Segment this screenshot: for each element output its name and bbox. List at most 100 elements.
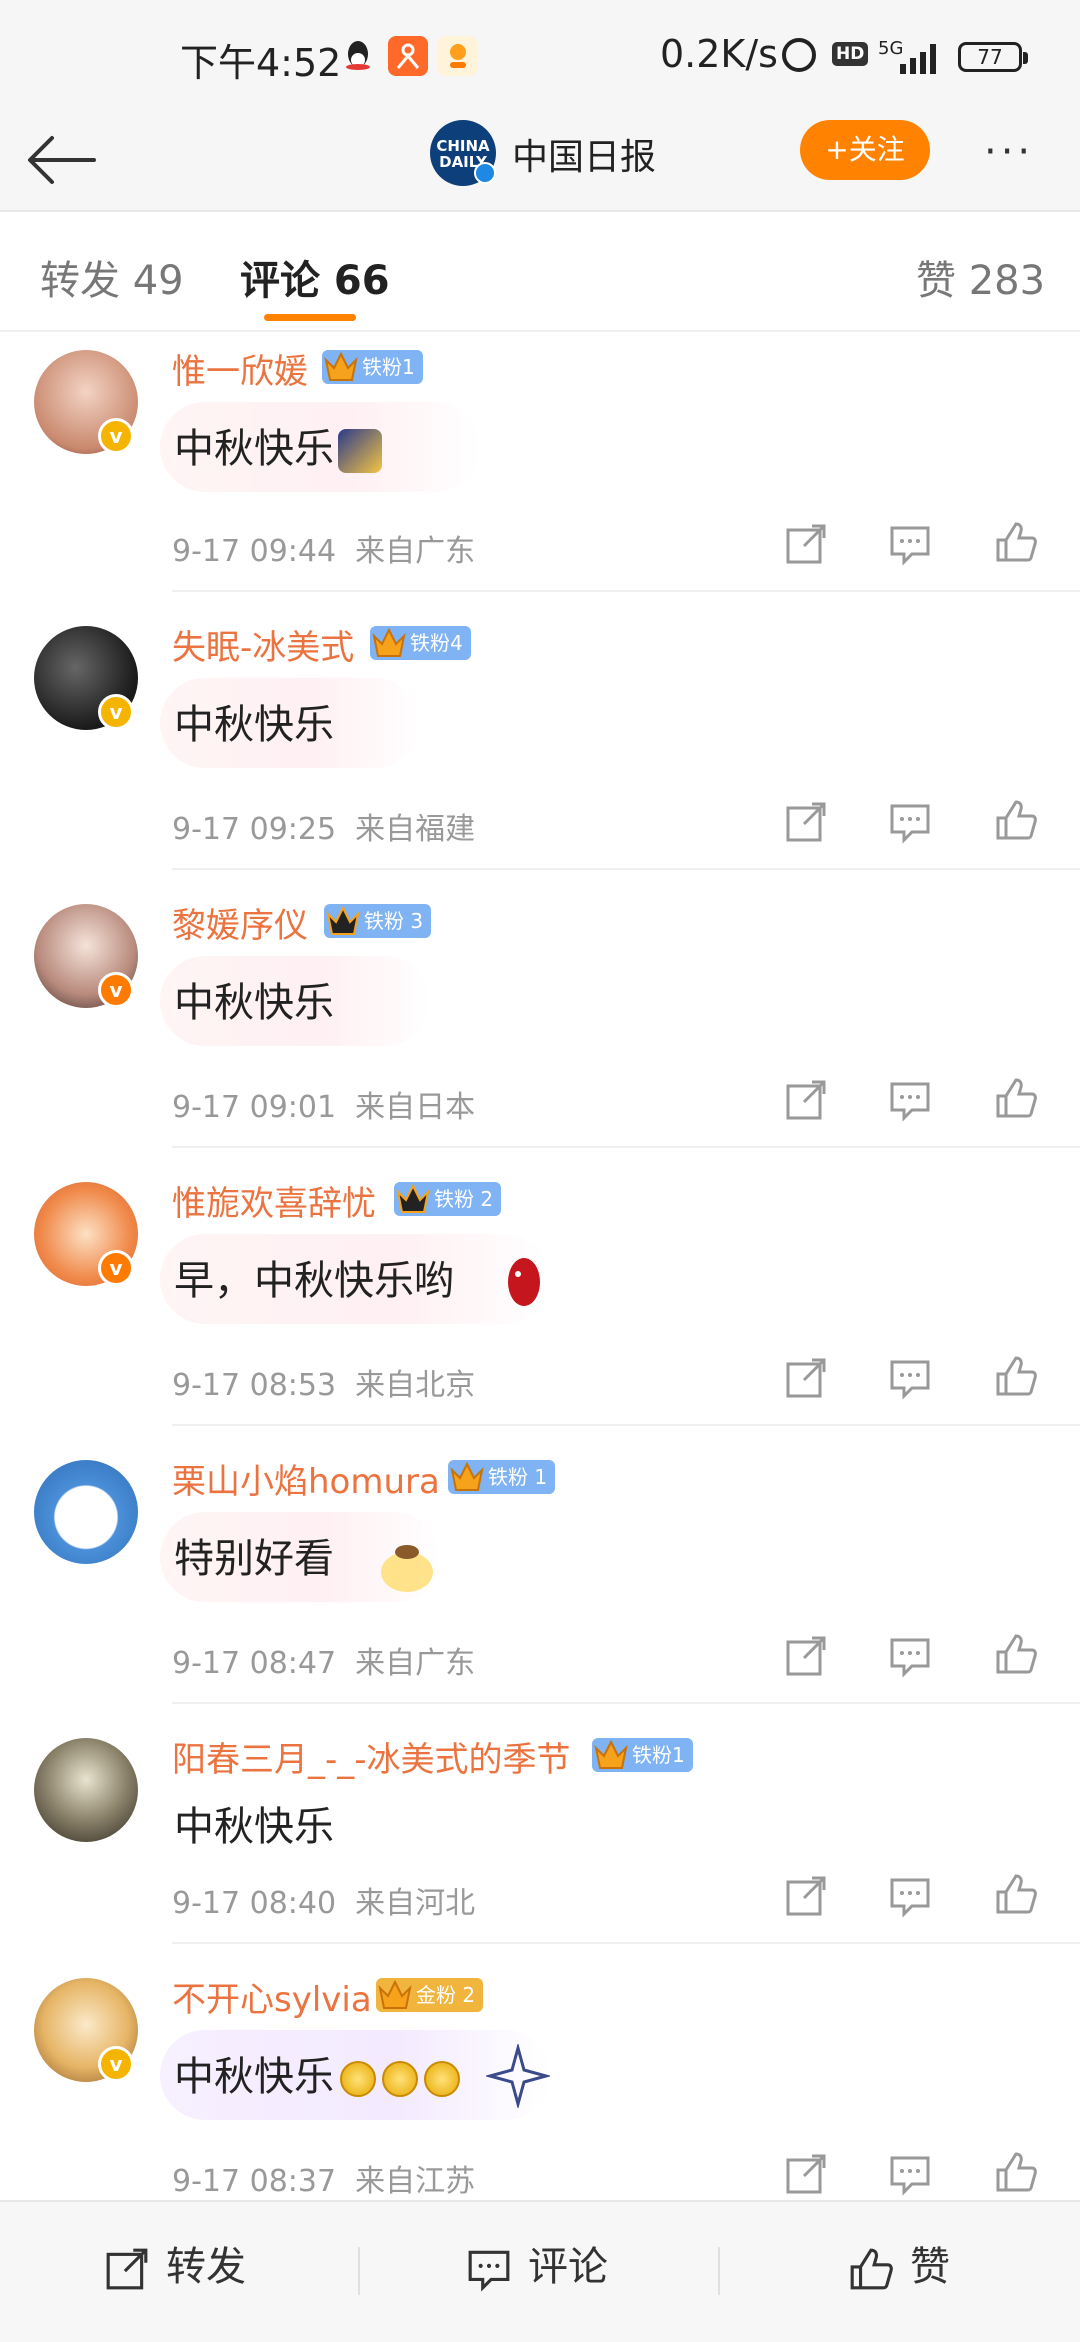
share-icon[interactable] <box>784 1634 828 1678</box>
avatar[interactable] <box>34 1738 138 1842</box>
share-icon[interactable] <box>784 2152 828 2196</box>
comment-meta: 9-17 09:44 来自广东 <box>172 534 476 569</box>
comment-username[interactable]: 惟旎欢喜辞忧 <box>172 1176 376 1225</box>
follow-button[interactable]: +关注 <box>800 120 930 180</box>
fan-badge: 铁粉 3 <box>324 904 432 938</box>
comment-item: v 惟旎欢喜辞忧 铁粉 2 早，中秋快乐哟 9-17 08:53 来自北京 <box>0 1148 1080 1426</box>
comment-username[interactable]: 黎媛序仪 <box>172 898 308 947</box>
comment-item: v 不开心sylvia 金粉 2 中秋快乐 9-17 08:37 来自江苏 <box>0 1944 1080 2200</box>
verified-icon: v <box>98 972 134 1008</box>
comment-meta: 9-17 09:01 来自日本 <box>172 1090 476 1125</box>
coin-emoji-icon <box>382 2061 418 2097</box>
reply-icon[interactable] <box>888 1356 932 1400</box>
comment-text: 中秋快乐 <box>174 702 334 748</box>
comment-icon <box>468 2250 510 2292</box>
verified-icon: v <box>98 694 134 730</box>
status-time: 下午4:52 <box>180 41 342 85</box>
share-icon[interactable] <box>784 522 828 566</box>
divider <box>718 2247 720 2295</box>
fan-badge: 金粉 2 <box>376 1978 484 2012</box>
like-icon[interactable] <box>994 1354 1038 1398</box>
reply-icon[interactable] <box>888 800 932 844</box>
crown-icon <box>372 627 406 657</box>
tab-comments[interactable]: 评论 66 <box>240 248 390 306</box>
like-icon[interactable] <box>994 1872 1038 1916</box>
back-arrow-icon <box>28 136 96 184</box>
comment-username[interactable]: 阳春三月_-_-冰美式的季节 <box>172 1732 571 1781</box>
comment-meta: 9-17 08:37 来自江苏 <box>172 2164 476 2199</box>
more-options-button[interactable]: ··· <box>984 132 1034 172</box>
pompompurin-sticker-icon <box>381 1545 433 1592</box>
share-icon[interactable] <box>784 1078 828 1122</box>
reply-icon[interactable] <box>888 1078 932 1122</box>
moon-emoji-icon <box>338 429 382 473</box>
comment-item: 栗山小焰homura 铁粉 1 特别好看 9-17 08:47 来自广东 <box>0 1426 1080 1704</box>
account-name[interactable]: 中国日报 <box>512 128 656 180</box>
comment-username[interactable]: 栗山小焰homura <box>172 1454 440 1503</box>
reply-icon[interactable] <box>888 1874 932 1918</box>
reply-icon[interactable] <box>888 1634 932 1678</box>
crown-icon <box>396 1183 430 1213</box>
status-bar: 下午4:52 0.2K/s HD 5G 77 <box>0 0 1080 110</box>
coin-emoji-icon <box>424 2061 460 2097</box>
qq-app-icon <box>338 36 378 76</box>
comment-text: 中秋快乐 <box>174 980 334 1026</box>
comment-text: 中秋快乐 <box>174 1804 334 1850</box>
verified-icon: v <box>98 2046 134 2082</box>
avatar[interactable] <box>34 1460 138 1564</box>
reply-icon[interactable] <box>888 522 932 566</box>
comment-item: 阳春三月_-_-冰美式的季节 铁粉1 中秋快乐 9-17 08:40 来自河北 <box>0 1704 1080 1944</box>
hd-icon: HD <box>832 42 869 66</box>
crown-icon <box>326 905 360 935</box>
comment-username[interactable]: 失眠-冰美式 <box>172 620 354 669</box>
like-button[interactable]: 赞 <box>848 2232 978 2302</box>
fan-badge: 铁粉1 <box>592 1738 693 1772</box>
comment-meta: 9-17 08:47 来自广东 <box>172 1646 476 1681</box>
comment-text: 早，中秋快乐哟 <box>174 1258 454 1304</box>
repost-button[interactable]: 转发 <box>104 2232 274 2302</box>
comment-item: v 黎媛序仪 铁粉 3 中秋快乐 9-17 09:01 来自日本 <box>0 870 1080 1148</box>
app-notification-icon-2 <box>438 36 478 76</box>
like-icon[interactable] <box>994 520 1038 564</box>
crown-icon <box>378 1979 412 2009</box>
signal-icon <box>900 44 936 74</box>
comment-text: 特别好看 <box>174 1536 334 1582</box>
fan-badge: 铁粉 1 <box>448 1460 556 1494</box>
crown-icon <box>324 351 358 381</box>
like-icon[interactable] <box>994 1632 1038 1676</box>
verified-icon: v <box>98 1250 134 1286</box>
star-sticker-icon <box>486 2044 550 2108</box>
share-icon[interactable] <box>784 1356 828 1400</box>
divider <box>358 2247 360 2295</box>
comment-text: 中秋快乐 <box>174 2044 460 2102</box>
app-notification-icon <box>388 36 428 76</box>
verified-icon: v <box>98 418 134 454</box>
comment-meta: 9-17 08:40 来自河北 <box>172 1886 476 1921</box>
red-bean-sticker-icon <box>508 1258 540 1306</box>
crown-icon <box>450 1461 484 1491</box>
bottom-action-bar: 转发 评论 赞 <box>0 2200 1080 2342</box>
share-icon[interactable] <box>784 800 828 844</box>
verified-icon <box>474 162 496 184</box>
share-icon[interactable] <box>784 1874 828 1918</box>
comment-item: v 失眠-冰美式 铁粉4 中秋快乐 9-17 09:25 来自福建 <box>0 592 1080 870</box>
like-icon[interactable] <box>994 2150 1038 2194</box>
comment-text: 中秋快乐 <box>174 416 382 474</box>
crown-icon <box>594 1739 628 1769</box>
comment-meta: 9-17 08:53 来自北京 <box>172 1368 476 1403</box>
comment-button[interactable]: 评论 <box>466 2232 636 2302</box>
like-icon[interactable] <box>994 1076 1038 1120</box>
comment-meta: 9-17 09:25 来自福建 <box>172 812 476 847</box>
like-icon[interactable] <box>994 798 1038 842</box>
back-button[interactable] <box>22 128 102 192</box>
tab-likes[interactable]: 赞 283 <box>916 248 1045 306</box>
tab-repost[interactable]: 转发 49 <box>40 248 184 306</box>
tab-bar: 转发 49 评论 66 赞 283 <box>0 212 1080 332</box>
comment-username[interactable]: 不开心sylvia <box>172 1972 372 2021</box>
battery-indicator: 77 <box>958 42 1028 72</box>
active-tab-indicator <box>264 314 356 321</box>
comment-username[interactable]: 惟一欣媛 <box>172 344 308 393</box>
reply-icon[interactable] <box>888 2152 932 2196</box>
fan-badge: 铁粉1 <box>322 350 423 384</box>
like-icon <box>850 2248 893 2290</box>
